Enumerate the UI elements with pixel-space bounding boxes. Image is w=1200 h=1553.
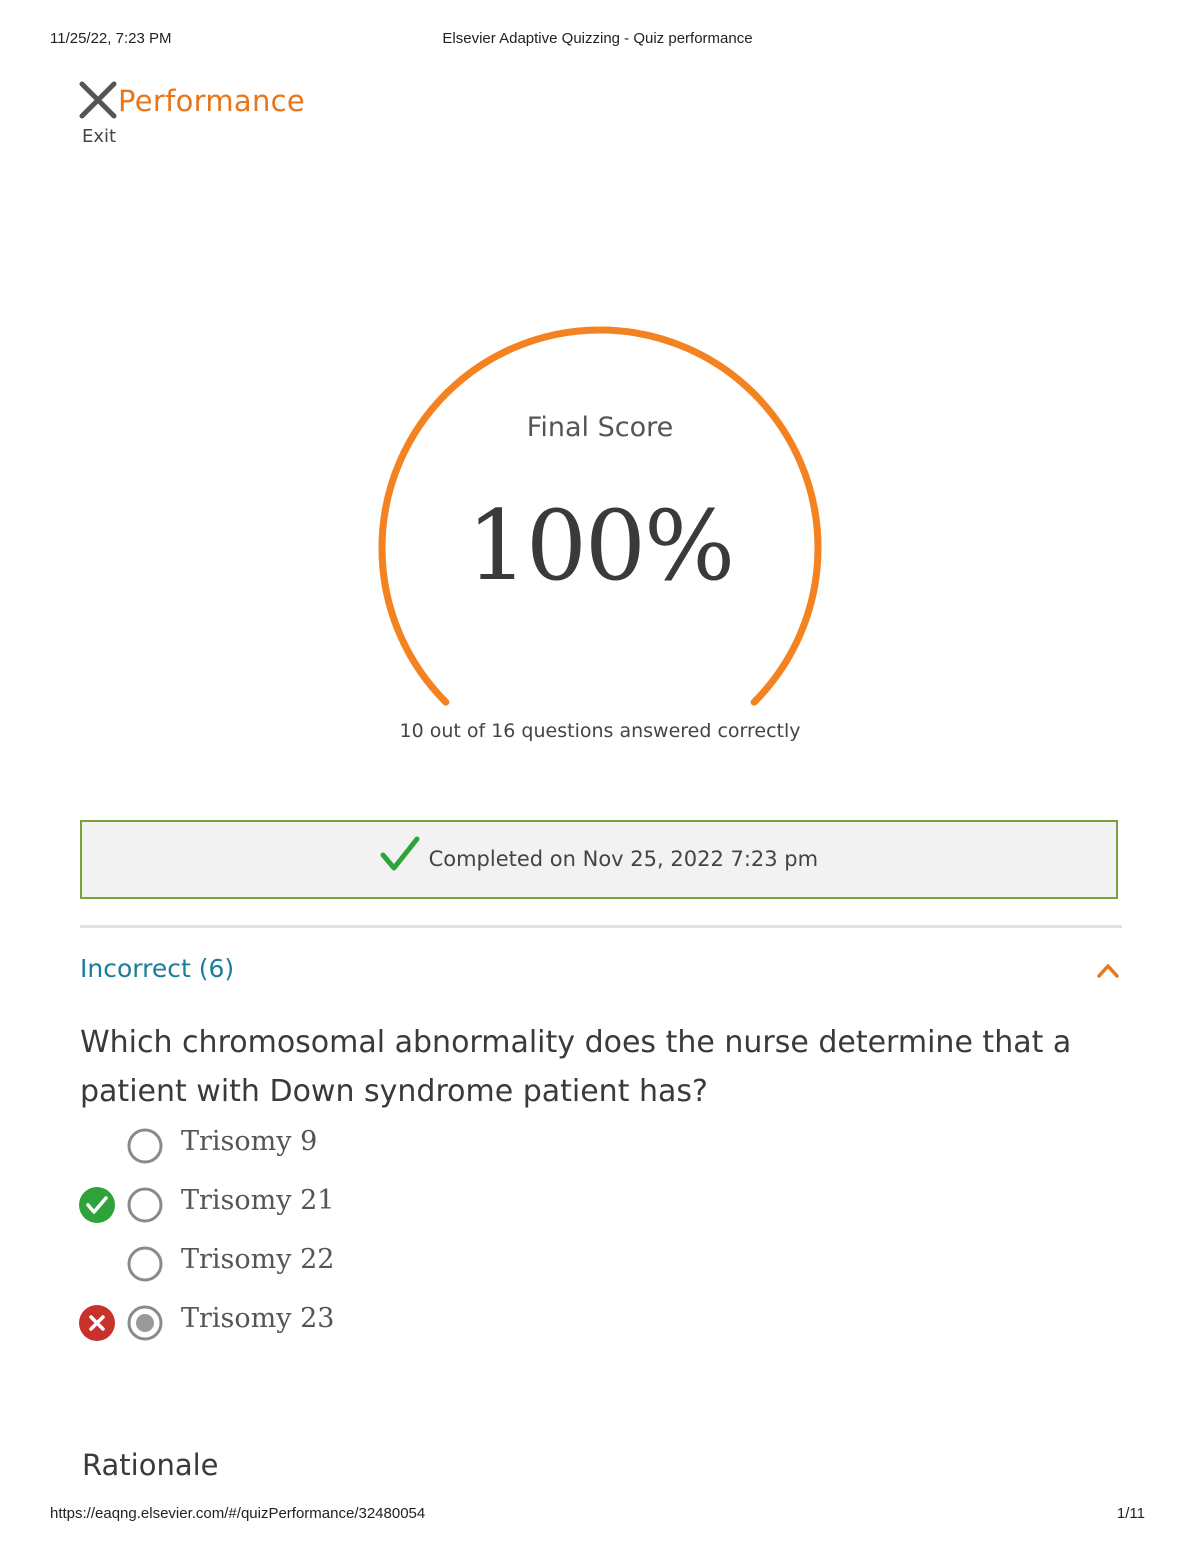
radio-unselected-icon[interactable] [126,1127,164,1165]
exit-label: Exit [82,126,117,147]
print-url: https://eaqng.elsevier.com/#/quizPerform… [50,1505,426,1522]
final-score-label: Final Score [526,412,674,443]
completed-text: Completed on Nov 25, 2022 7:23 pm [428,847,819,871]
check-icon [380,836,420,871]
answer-mark-slot [78,1245,116,1283]
score-caption: 10 out of 16 questions answered correctl… [399,720,801,742]
divider [80,925,1122,928]
completed-banner: Completed on Nov 25, 2022 7:23 pm [80,820,1118,899]
final-score-value: 100% [466,490,735,602]
answer-option-label: Trisomy 21 [181,1185,335,1216]
correct-answer-icon [79,1187,115,1223]
answer-option[interactable]: Trisomy 23 [78,1301,678,1345]
print-footer: https://eaqng.elsevier.com/#/quizPerform… [50,1505,1145,1525]
question-text: Which chromosomal abnormality does the n… [80,1025,1072,1109]
answer-mark-slot [78,1127,116,1165]
rationale-heading: Rationale [82,1448,219,1482]
incorrect-section-title: Incorrect (6) [80,954,235,983]
print-page-number: 1/11 [1116,1505,1145,1522]
print-header: 11/25/22, 7:23 PM Elsevier Adaptive Quiz… [50,30,1145,50]
print-page-title: Elsevier Adaptive Quizzing - Quiz perfor… [442,30,753,47]
radio-unselected-icon[interactable] [126,1245,164,1283]
score-gauge: Final Score 100% 10 out of 16 questions … [360,320,840,760]
answer-option[interactable]: Trisomy 22 [78,1242,678,1286]
answer-option[interactable]: Trisomy 9 [78,1124,678,1168]
exit-button[interactable]: Performance Exit [78,78,338,153]
close-icon [79,81,117,119]
answer-option-label: Trisomy 22 [181,1244,335,1275]
incorrect-section-toggle[interactable]: Incorrect (6) [80,950,1122,990]
incorrect-answer-icon [79,1305,115,1341]
chevron-up-icon [1097,964,1119,978]
answer-option-label: Trisomy 9 [181,1126,318,1157]
answer-option[interactable]: Trisomy 21 [78,1183,678,1227]
radio-unselected-icon[interactable] [126,1186,164,1224]
radio-selected-icon[interactable] [126,1304,164,1342]
page-title: Performance [118,84,306,118]
answer-option-label: Trisomy 23 [181,1303,335,1334]
